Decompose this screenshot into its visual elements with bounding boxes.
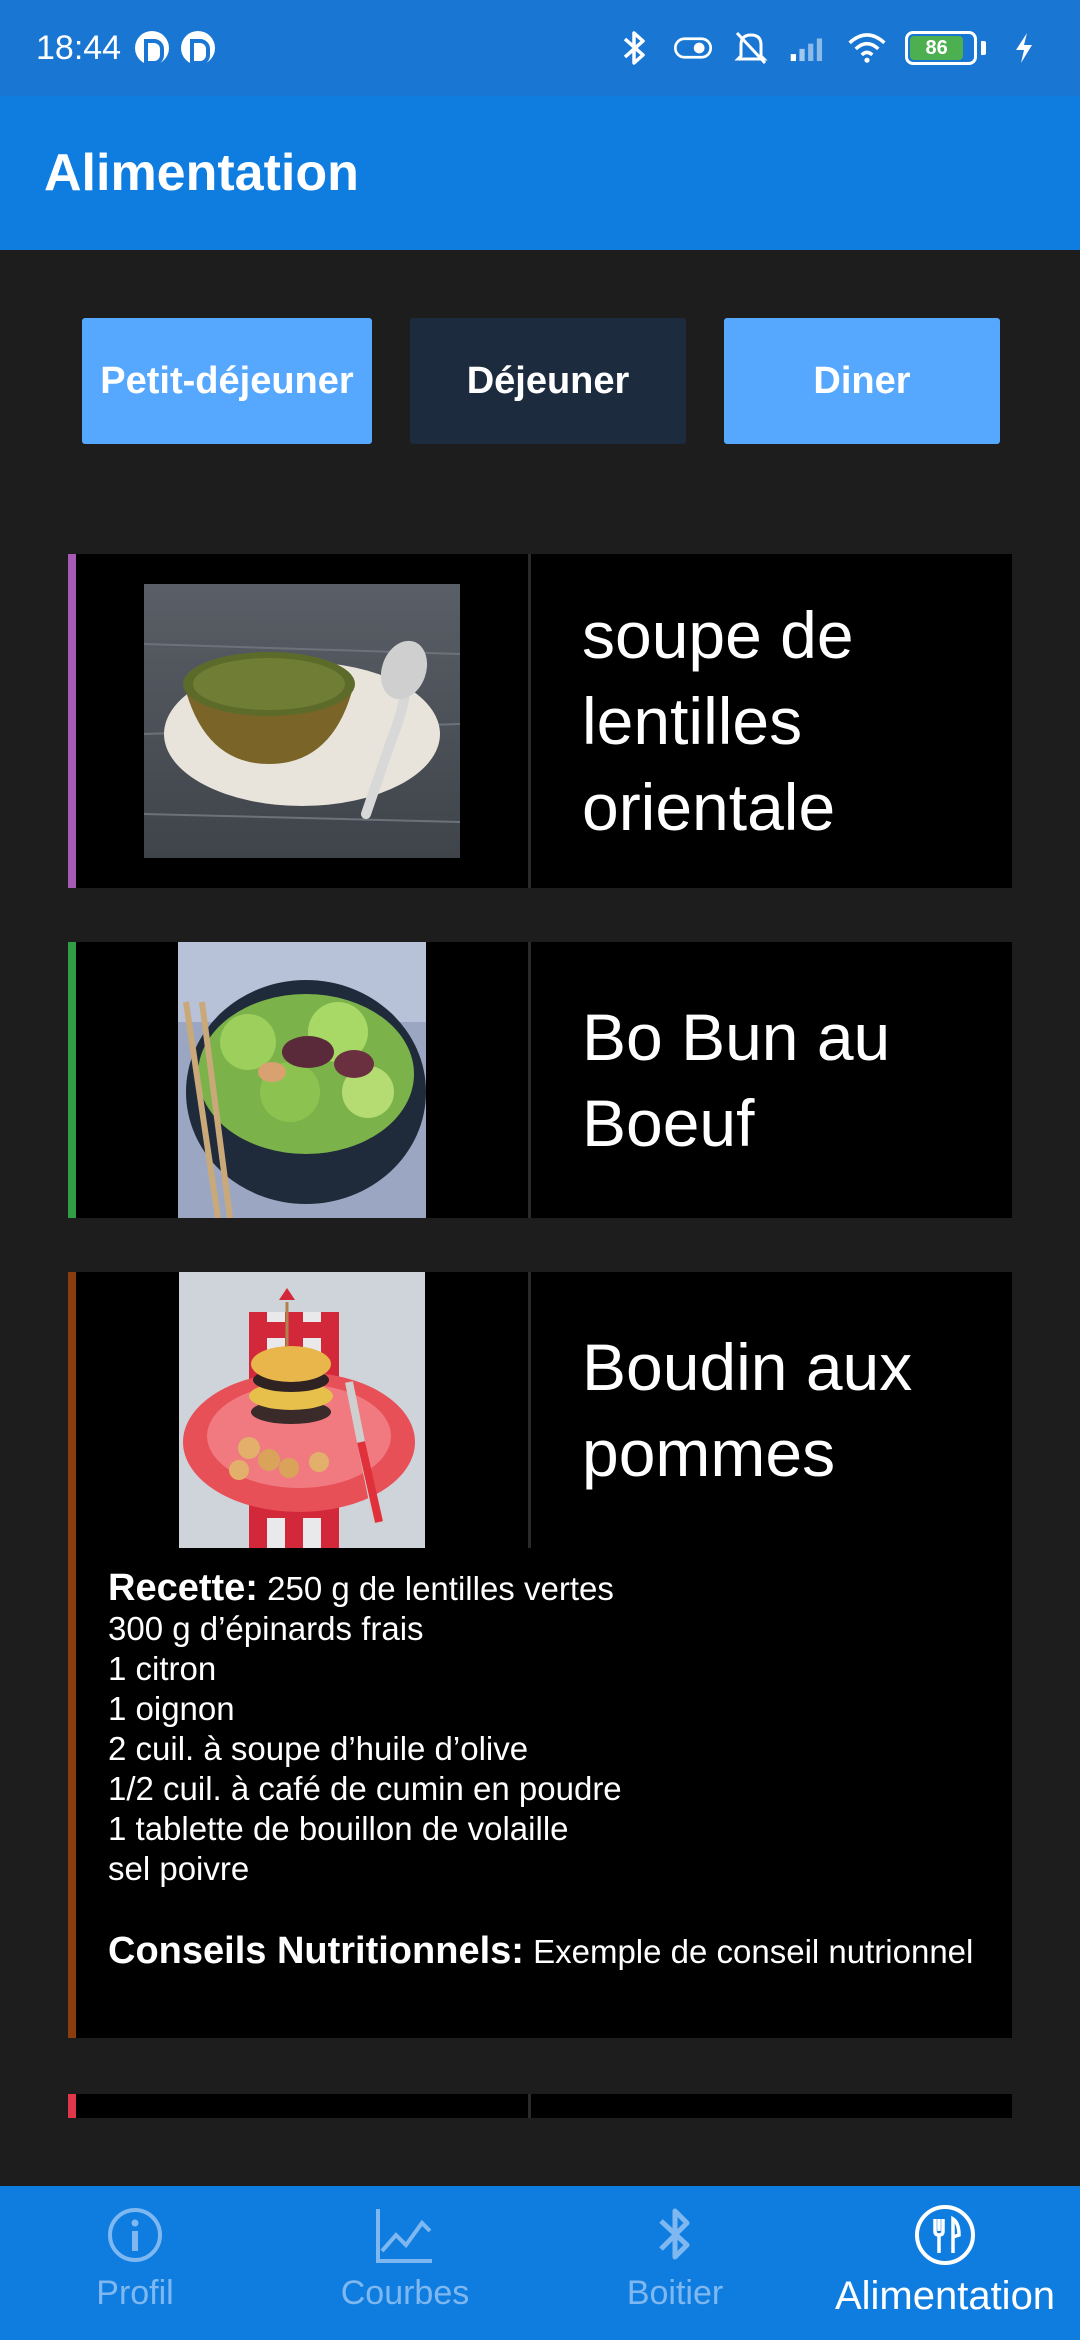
nav-label: Courbes xyxy=(340,2274,470,2312)
ingredient: 250 g de lentilles vertes xyxy=(267,1570,614,1607)
meal-title-cell: Bo Bun au Boeuf xyxy=(531,942,1012,1218)
meal-thumbnail-cell xyxy=(76,942,531,1218)
status-right: 86 xyxy=(615,28,1044,68)
signal-icon xyxy=(789,28,829,68)
ingredient: 1 oignon xyxy=(108,1690,235,1727)
meal-card[interactable]: soupe de lentilles orientale xyxy=(68,554,1012,888)
meal-title: Bo Bun au Boeuf xyxy=(582,1000,891,1160)
battery-indicator: 86 xyxy=(905,31,986,65)
tab-dejeuner[interactable]: Déjeuner xyxy=(410,318,686,444)
meal-title: Boudin aux pommes xyxy=(582,1330,913,1490)
nav-boitier[interactable]: Boitier xyxy=(540,2186,810,2340)
ingredient: 1 tablette de bouillon de volaille xyxy=(108,1810,569,1847)
boudin-image xyxy=(179,1272,425,1548)
tab-diner[interactable]: Diner xyxy=(724,318,1000,444)
meal-title-cell: soupe de lentilles orientale xyxy=(531,554,1012,888)
ingredient: 1 citron xyxy=(108,1650,217,1687)
toggle-status-icon xyxy=(673,28,713,68)
nav-label: Alimentation xyxy=(834,2274,1056,2318)
bottom-navigation: Profil Courbes Boitier Alimentation xyxy=(0,2186,1080,2340)
silent-bell-icon xyxy=(731,28,771,68)
battery-level: 86 xyxy=(910,36,964,60)
charging-icon xyxy=(1004,28,1044,68)
cutlery-icon xyxy=(913,2200,977,2270)
meal-title: soupe de lentilles orientale xyxy=(582,598,854,844)
recipe-line: Recette: 250 g de lentilles vertes xyxy=(108,1568,1012,1609)
bluetooth-icon xyxy=(653,2200,697,2270)
bluetooth-status-icon xyxy=(615,28,655,68)
meal-tabs: Petit-déjeuner Déjeuner Diner xyxy=(82,318,1000,444)
battery-icon: 86 xyxy=(905,31,977,65)
meal-card[interactable] xyxy=(68,2094,1012,2118)
ingredient: 300 g d’épinards frais xyxy=(108,1610,424,1647)
nav-label: Profil xyxy=(96,2274,174,2312)
ingredient: 2 cuil. à soupe d’huile d’olive xyxy=(108,1730,529,1767)
chart-icon xyxy=(374,2200,436,2270)
meal-card[interactable]: Bo Bun au Boeuf xyxy=(68,942,1012,1218)
status-bar: 18:44 86 xyxy=(0,0,1080,96)
app-notification-icon xyxy=(135,31,170,65)
wifi-icon xyxy=(847,28,887,68)
ingredient: 1/2 cuil. à café de cumin en poudre xyxy=(108,1770,622,1807)
bobun-image xyxy=(178,942,426,1218)
nav-alimentation[interactable]: Alimentation xyxy=(810,2186,1080,2340)
status-time: 18:44 xyxy=(36,28,122,67)
advice-text: Exemple de conseil nutrionnel xyxy=(533,1933,974,1970)
page-title: Alimentation xyxy=(44,144,359,202)
recipe-label: Recette: xyxy=(108,1567,258,1609)
advice-label: Conseils Nutritionnels: xyxy=(108,1930,524,1972)
nav-courbes[interactable]: Courbes xyxy=(270,2186,540,2340)
meal-title-cell xyxy=(531,2094,1012,2118)
info-icon xyxy=(105,2200,165,2270)
meal-title-cell: Boudin aux pommes xyxy=(531,1272,1012,1548)
app-bar: Alimentation xyxy=(0,96,1080,250)
tab-petit-dejeuner[interactable]: Petit-déjeuner xyxy=(82,318,372,444)
notification-icons xyxy=(135,31,216,65)
nutrition-advice: Conseils Nutritionnels: Exemple de conse… xyxy=(108,1931,1012,1972)
meal-thumbnail-cell xyxy=(76,554,531,888)
soup-image xyxy=(144,584,460,858)
app-notification-icon xyxy=(181,31,216,65)
ingredient: sel poivre xyxy=(108,1850,250,1887)
nav-profil[interactable]: Profil xyxy=(0,2186,270,2340)
meal-thumbnail-cell xyxy=(76,2094,531,2118)
meal-card-expanded[interactable]: Boudin aux pommes Recette: 250 g de lent… xyxy=(68,1272,1012,2038)
nav-label: Boitier xyxy=(626,2274,724,2312)
meal-thumbnail-cell xyxy=(76,1272,531,1548)
recipe-details: Recette: 250 g de lentilles vertes 300 g… xyxy=(76,1548,1012,1972)
